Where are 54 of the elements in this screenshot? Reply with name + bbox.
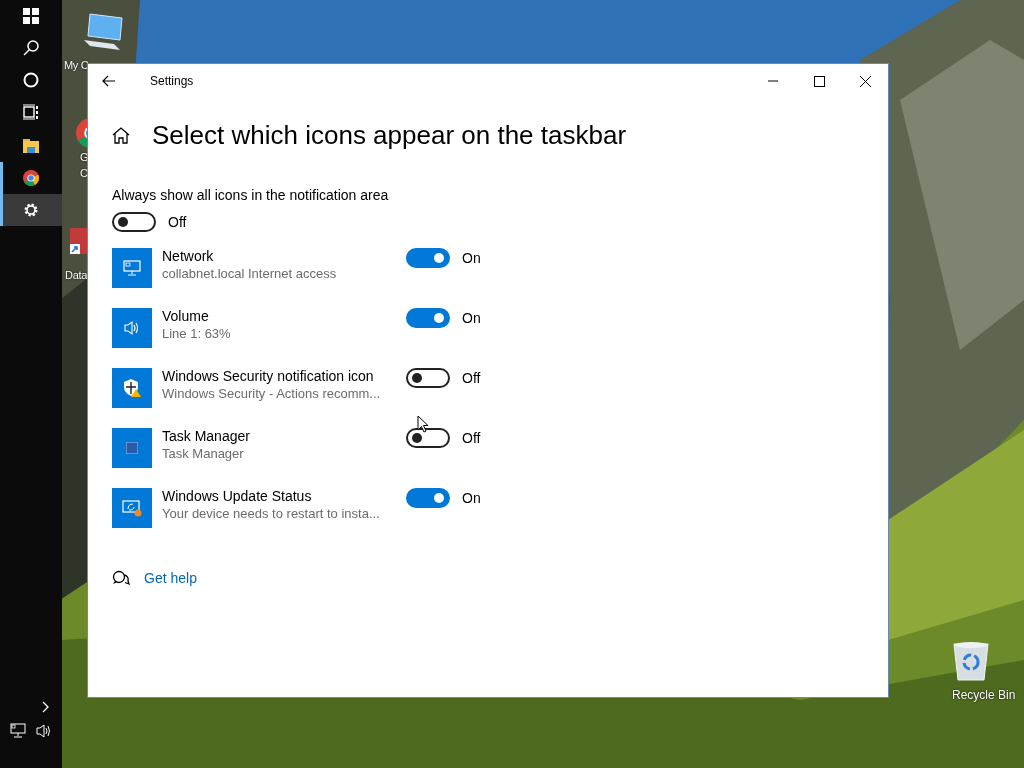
home-icon[interactable] [112, 127, 130, 144]
app-name: Windows Security notification icon [162, 368, 375, 384]
back-arrow-icon [102, 75, 116, 87]
toggle-state: On [462, 310, 481, 326]
taskbar-button[interactable] [0, 194, 62, 226]
recycle-bin-icon [952, 640, 990, 682]
setting-label: Always show all icons in the notification area [112, 187, 390, 203]
window-title: Settings [150, 74, 195, 88]
app-name: Network [162, 248, 215, 264]
app-detail: Your device needs to restart to insta... [162, 506, 381, 521]
maximize-icon [813, 75, 825, 87]
network-icon[interactable] [10, 723, 26, 738]
app-name: Task Manager [162, 428, 251, 444]
chat-bubbles-icon [112, 570, 130, 586]
page-heading: Select which icons appear on the taskbar [152, 120, 627, 151]
chevron-icon[interactable] [42, 701, 50, 713]
toggle-switch[interactable] [406, 308, 450, 328]
icon-label: Recycle Bin [952, 688, 1016, 702]
shield-icon [112, 368, 152, 408]
square-icon [112, 428, 152, 468]
toggle-switch[interactable] [406, 488, 450, 508]
close-icon [859, 75, 871, 87]
app-name: Volume [162, 308, 210, 324]
icon-label: Data [65, 268, 88, 282]
toggle-switch[interactable] [406, 248, 450, 268]
circle-icon [23, 72, 39, 88]
toggle-switch[interactable] [112, 212, 156, 232]
toggle-state: On [462, 490, 481, 506]
get-help-link[interactable]: Get help [144, 570, 197, 586]
app-detail: Line 1: 63% [162, 326, 232, 341]
mouse-pointer-icon [417, 415, 429, 433]
toggle-switch[interactable] [406, 428, 450, 448]
toggle-state: Off [462, 430, 481, 446]
chrome-icon [23, 170, 39, 186]
monitor-icon [112, 248, 152, 288]
windows-logo-icon [23, 8, 39, 24]
minimize-icon [768, 80, 778, 82]
app-detail: collabnet.local Internet access [162, 266, 338, 281]
icon-label: G [80, 150, 89, 164]
app-detail: Task Manager [162, 446, 245, 461]
toggle-state: Off [462, 370, 481, 386]
folder-icon [23, 139, 39, 153]
app-detail: Windows Security - Actions recomm... [162, 386, 382, 401]
toggle-state: Off [168, 214, 187, 230]
gear-icon [23, 202, 39, 218]
icon-label: C [80, 166, 88, 180]
app-name: Windows Update Status [162, 488, 313, 504]
toggle-state: On [462, 250, 481, 266]
task-view-icon [23, 104, 39, 120]
monitor-icon [112, 488, 152, 528]
search-icon [23, 40, 39, 56]
speaker-icon[interactable] [36, 723, 52, 738]
toggle-switch[interactable] [406, 368, 450, 388]
speaker-icon [112, 308, 152, 348]
